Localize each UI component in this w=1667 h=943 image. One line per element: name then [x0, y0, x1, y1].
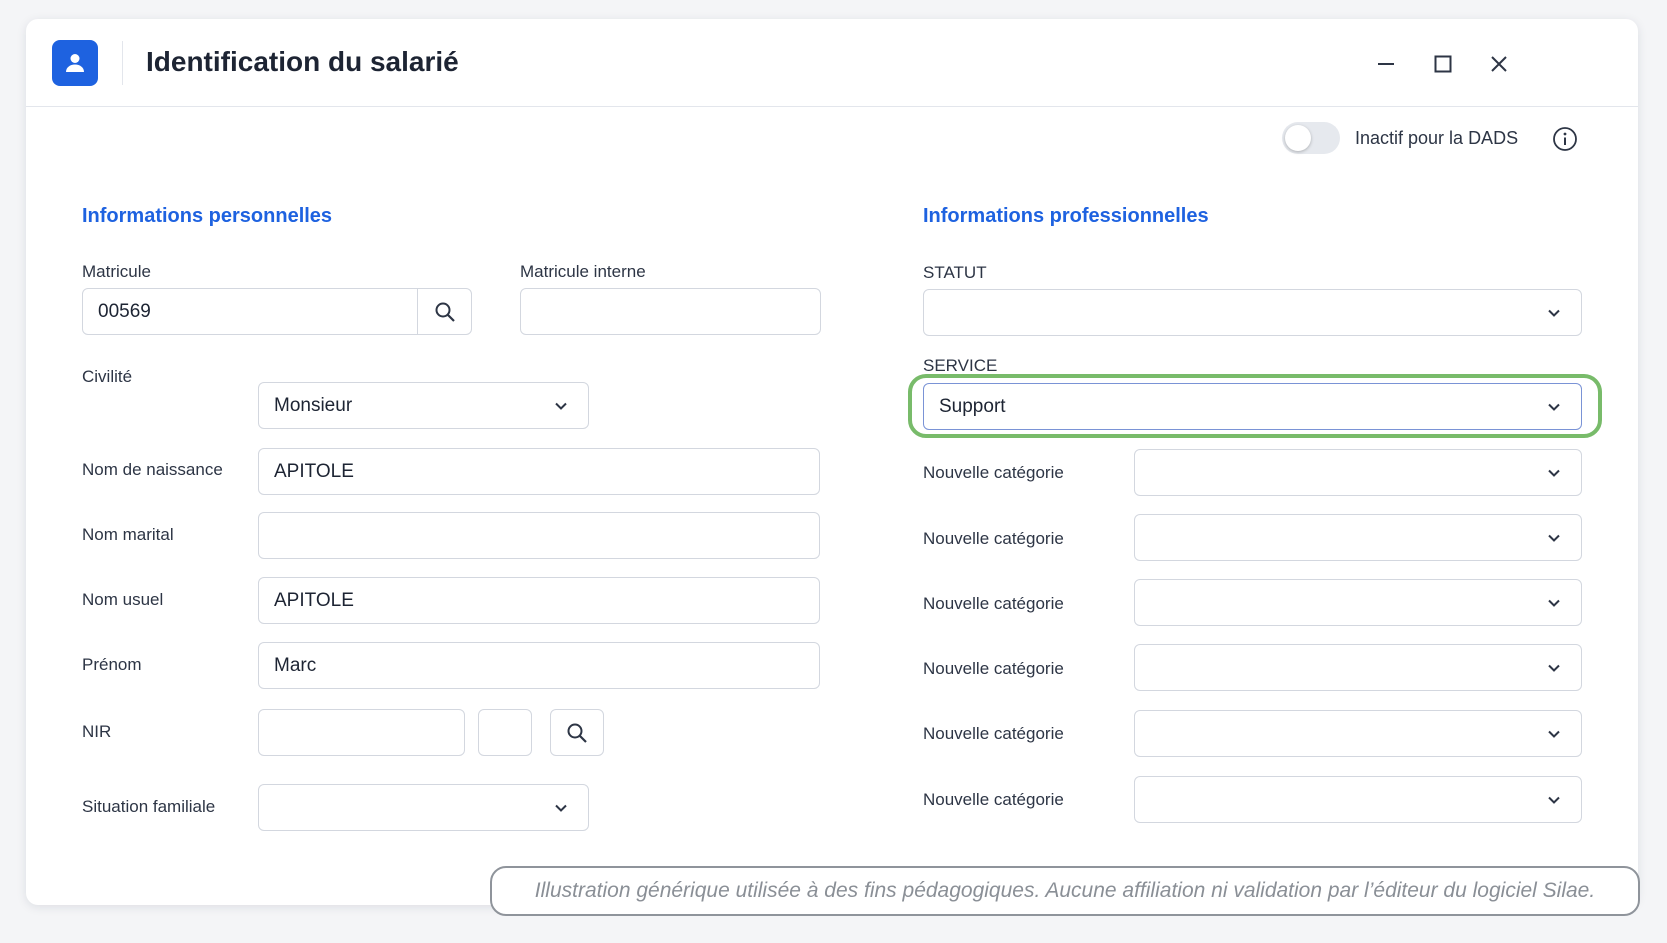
category-select-5[interactable]	[1134, 710, 1582, 757]
category-label-6: Nouvelle catégorie	[923, 790, 1064, 809]
category-select-3[interactable]	[1134, 579, 1582, 626]
service-select[interactable]: Support	[923, 383, 1582, 430]
matricule-input[interactable]: 00569	[82, 288, 472, 335]
nom-marital-input[interactable]	[258, 512, 820, 559]
chevron-down-icon	[1548, 309, 1560, 317]
prenom-value: Marc	[274, 654, 317, 676]
close-icon[interactable]	[1484, 49, 1514, 79]
situation-familiale-select[interactable]	[258, 784, 589, 831]
title-divider	[122, 41, 123, 85]
professional-info-title: Informations professionnelles	[923, 205, 1209, 227]
info-icon[interactable]	[1552, 126, 1578, 152]
prenom-input[interactable]: Marc	[258, 642, 820, 689]
minimize-icon[interactable]	[1371, 49, 1401, 79]
category-label-3: Nouvelle catégorie	[923, 594, 1064, 613]
situation-familiale-label: Situation familiale	[82, 797, 216, 816]
chevron-down-icon	[555, 804, 567, 812]
user-icon	[52, 40, 98, 86]
nom-naissance-value: APITOLE	[274, 460, 354, 482]
chevron-down-icon	[555, 402, 567, 410]
title-bar: Identification du salarié	[26, 19, 1638, 107]
category-select-1[interactable]	[1134, 449, 1582, 496]
service-label: SERVICE	[923, 356, 998, 375]
nir-label: NIR	[82, 722, 112, 741]
category-select-6[interactable]	[1134, 776, 1582, 823]
personal-info-title: Informations personnelles	[82, 205, 333, 227]
category-label-2: Nouvelle catégorie	[923, 529, 1064, 548]
nom-usuel-label: Nom usuel	[82, 590, 164, 609]
civilite-value: Monsieur	[274, 394, 353, 416]
nom-naissance-label: Nom de naissance	[82, 460, 223, 479]
search-icon	[567, 723, 587, 743]
nir-input[interactable]	[258, 709, 465, 756]
nom-usuel-input[interactable]: APITOLE	[258, 577, 820, 624]
matricule-interne-label: Matricule interne	[520, 262, 646, 281]
maximize-icon[interactable]	[1428, 49, 1458, 79]
dads-inactive-toggle[interactable]	[1282, 122, 1340, 154]
statut-label: STATUT	[923, 263, 987, 282]
chevron-down-icon	[1548, 796, 1560, 804]
statut-select[interactable]	[923, 289, 1582, 336]
matricule-value: 00569	[98, 300, 151, 322]
matricule-search-button[interactable]	[417, 289, 471, 334]
service-value: Support	[939, 395, 1006, 417]
category-label-4: Nouvelle catégorie	[923, 659, 1064, 678]
nom-usuel-value: APITOLE	[274, 589, 354, 611]
chevron-down-icon	[1548, 403, 1560, 411]
chevron-down-icon	[1548, 664, 1560, 672]
chevron-down-icon	[1548, 599, 1560, 607]
category-select-2[interactable]	[1134, 514, 1582, 561]
toggle-knob	[1285, 125, 1311, 151]
matricule-interne-input[interactable]	[520, 288, 821, 335]
matricule-label: Matricule	[82, 262, 151, 281]
civilite-label: Civilité	[82, 367, 133, 386]
nir-key-input[interactable]	[478, 709, 532, 756]
nir-search-button[interactable]	[550, 709, 604, 756]
dads-toggle-label: Inactif pour la DADS	[1355, 128, 1519, 148]
search-icon	[435, 302, 455, 322]
prenom-label: Prénom	[82, 655, 142, 674]
disclaimer-banner: Illustration générique utilisée à des fi…	[490, 866, 1640, 916]
chevron-down-icon	[1548, 730, 1560, 738]
category-label-1: Nouvelle catégorie	[923, 463, 1064, 482]
nom-marital-label: Nom marital	[82, 525, 174, 544]
chevron-down-icon	[1548, 469, 1560, 477]
civilite-select[interactable]: Monsieur	[258, 382, 589, 429]
chevron-down-icon	[1548, 534, 1560, 542]
window-title: Identification du salarié	[146, 46, 459, 77]
category-label-5: Nouvelle catégorie	[923, 724, 1064, 743]
category-select-4[interactable]	[1134, 644, 1582, 691]
nom-naissance-input[interactable]: APITOLE	[258, 448, 820, 495]
